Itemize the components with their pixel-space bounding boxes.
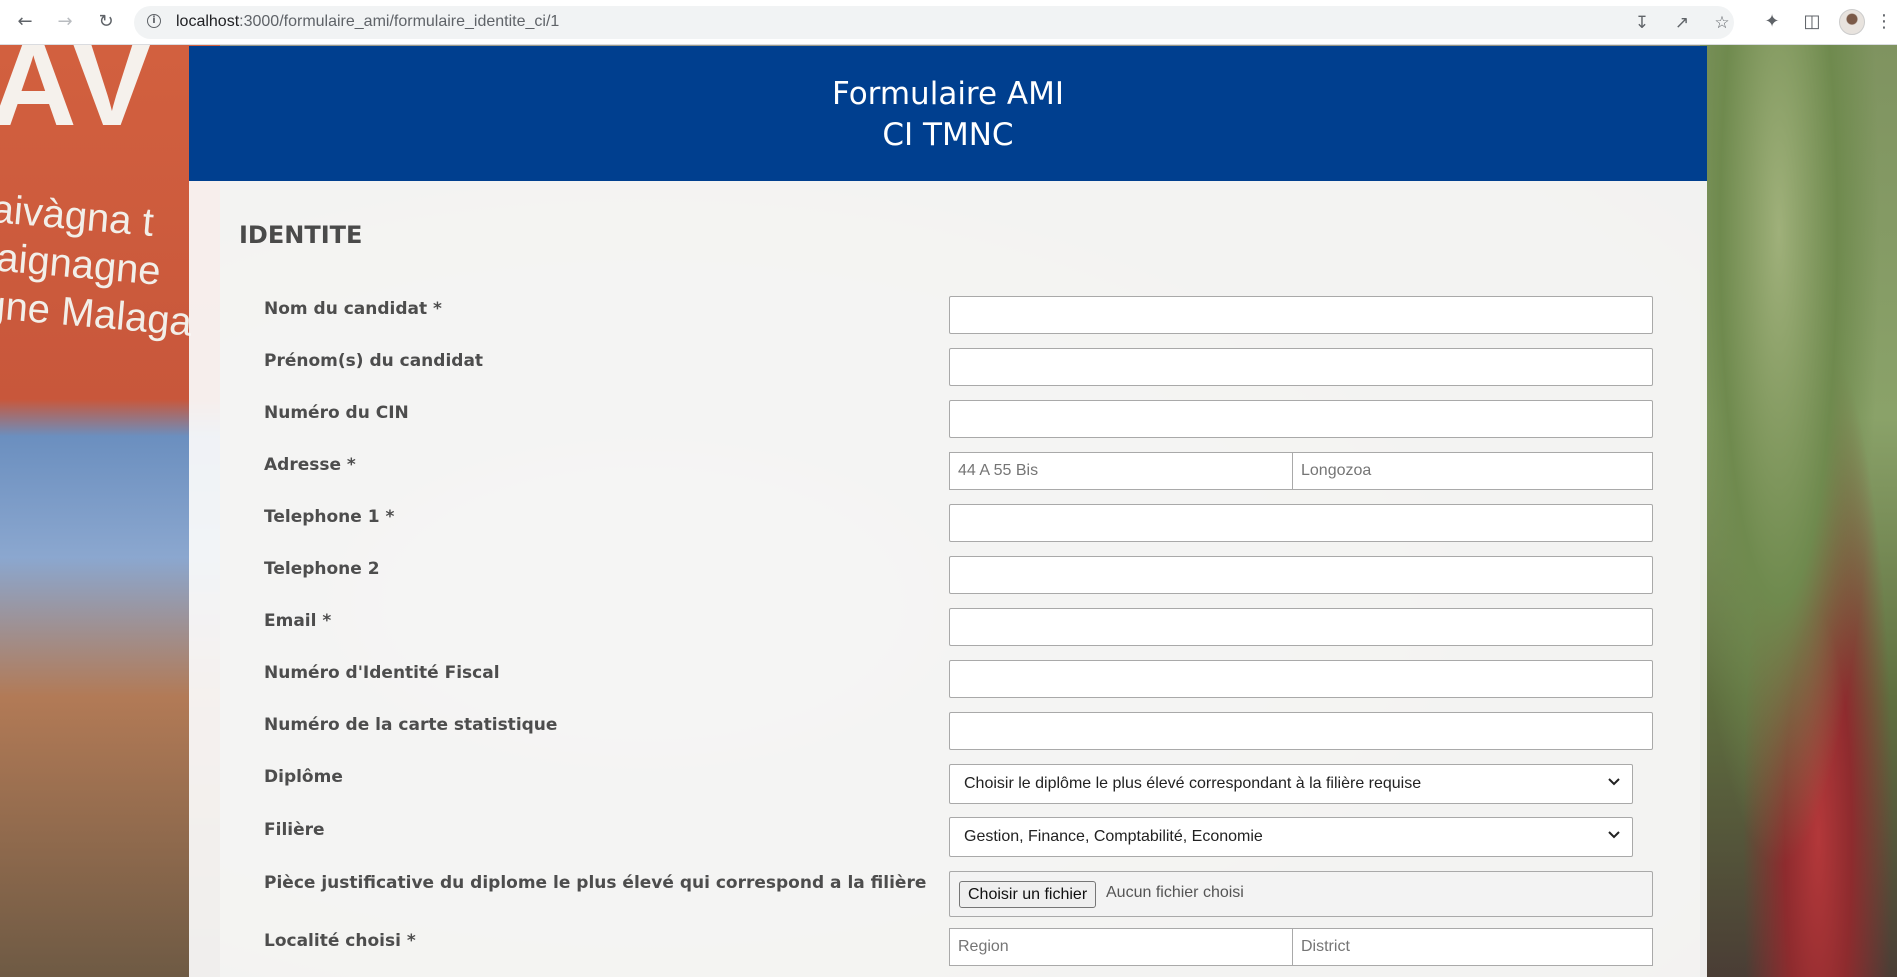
filiere-select[interactable]: Gestion, Finance, Comptabilité, Economie <box>949 817 1633 857</box>
chevron-down-icon <box>1608 831 1620 839</box>
browser-toolbar: ← → ↻ i localhost:3000/formulaire_ami/fo… <box>0 0 1897 45</box>
nif-label: Numéro d'Identité Fiscal <box>264 663 500 683</box>
chevron-down-icon <box>1608 778 1620 786</box>
adresse-label: Adresse * <box>264 455 356 475</box>
banner-slogan: aivàgna t iaignagne gne Malaga <box>0 185 202 347</box>
cin-input[interactable] <box>949 400 1653 438</box>
nom-input[interactable] <box>949 296 1653 334</box>
url-host: localhost <box>176 13 240 30</box>
diplome-select[interactable]: Choisir le diplôme le plus élevé corresp… <box>949 764 1633 804</box>
menu-kebab-icon[interactable]: ⋮ <box>1872 10 1896 34</box>
prenom-label: Prénom(s) du candidat <box>264 351 484 371</box>
carte-statistique-input[interactable] <box>949 712 1653 750</box>
adresse-quartier-input[interactable] <box>1292 452 1653 490</box>
background-banner: AV aivàgna t iaignagne gne Malaga <box>0 45 220 977</box>
filiere-label: Filière <box>264 820 325 840</box>
share-icon[interactable]: ↗ <box>1671 12 1693 34</box>
localite-label: Localité choisi * <box>264 931 416 951</box>
url-path: :3000/formulaire_ami/formulaire_identite… <box>239 13 560 30</box>
district-input[interactable] <box>1292 928 1653 966</box>
telephone2-label: Telephone 2 <box>264 559 380 579</box>
reload-icon[interactable]: ↻ <box>94 10 118 34</box>
telephone1-input[interactable] <box>949 504 1653 542</box>
address-bar[interactable]: i localhost:3000/formulaire_ami/formulai… <box>134 6 1734 39</box>
piece-justificative-file-input[interactable]: Choisir un fichier Aucun fichier choisi <box>949 871 1653 917</box>
piece-justificative-label: Pièce justificative du diplome le plus é… <box>264 873 927 893</box>
form-body: IDENTITE Nom du candidat * Prénom(s) du … <box>189 181 1707 977</box>
side-panel-icon[interactable]: ◫ <box>1800 10 1824 34</box>
bookmark-star-icon[interactable]: ☆ <box>1711 12 1733 34</box>
form-card: Formulaire AMI CI TMNC IDENTITE Nom du c… <box>189 46 1707 977</box>
forward-arrow-icon[interactable]: → <box>53 10 77 34</box>
file-status-text: Aucun fichier choisi <box>1106 884 1244 901</box>
form-header: Formulaire AMI CI TMNC <box>189 46 1707 181</box>
extensions-puzzle-icon[interactable]: ✦ <box>1760 10 1784 34</box>
prenom-input[interactable] <box>949 348 1653 386</box>
region-input[interactable] <box>949 928 1293 966</box>
diplome-selected-value: Choisir le diplôme le plus élevé corresp… <box>964 775 1422 792</box>
cin-label: Numéro du CIN <box>264 403 409 423</box>
nif-input[interactable] <box>949 660 1653 698</box>
background-people-scene <box>1700 45 1897 977</box>
telephone2-input[interactable] <box>949 556 1653 594</box>
form-title: Formulaire AMI <box>831 76 1065 112</box>
url-text[interactable]: localhost:3000/formulaire_ami/formulaire… <box>176 13 559 31</box>
choose-file-button[interactable]: Choisir un fichier <box>959 881 1097 908</box>
carte-statistique-label: Numéro de la carte statistique <box>264 715 558 735</box>
filiere-selected-value: Gestion, Finance, Comptabilité, Economie <box>964 828 1263 845</box>
diplome-label: Diplôme <box>264 767 343 787</box>
nom-label: Nom du candidat * <box>264 299 442 319</box>
section-title: IDENTITE <box>239 221 363 249</box>
back-arrow-icon[interactable]: ← <box>13 10 37 34</box>
install-app-icon[interactable]: ↧ <box>1631 12 1653 34</box>
site-info-icon[interactable]: i <box>147 14 161 28</box>
email-label: Email * <box>264 611 332 631</box>
profile-avatar[interactable] <box>1839 9 1865 35</box>
banner-letters: AV <box>0 45 156 151</box>
email-input[interactable] <box>949 608 1653 646</box>
adresse-lot-input[interactable] <box>949 452 1293 490</box>
form-subtitle: CI TMNC <box>882 117 1014 153</box>
telephone1-label: Telephone 1 * <box>264 507 395 527</box>
